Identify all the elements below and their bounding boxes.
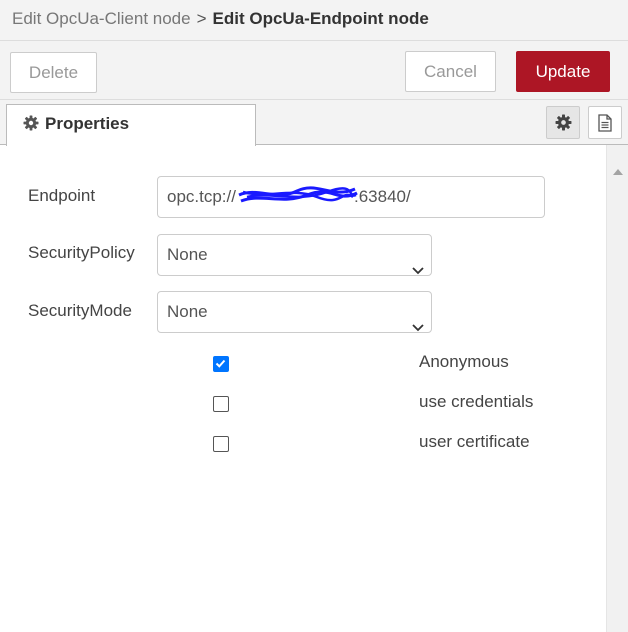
redaction-scribble-icon [238, 186, 358, 203]
user-certificate-checkbox[interactable] [213, 436, 229, 452]
security-mode-value: None [167, 302, 208, 321]
cancel-button[interactable]: Cancel [405, 51, 496, 92]
use-credentials-label: use credentials [419, 392, 534, 411]
endpoint-value-prefix: opc.tcp:// [167, 187, 236, 206]
security-mode-select[interactable]: None [157, 291, 432, 333]
user-certificate-label: user certificate [419, 432, 530, 451]
security-policy-select[interactable]: None [157, 234, 432, 276]
breadcrumb: Edit OpcUa-Client node > Edit OpcUa-Endpoi… [0, 0, 628, 41]
endpoint-value-suffix: :63840/ [353, 187, 411, 206]
breadcrumb-separator: > [196, 9, 207, 28]
endpoint-input[interactable]: opc.tcp:// :63840/ [157, 176, 545, 218]
vertical-scrollbar[interactable] [606, 145, 628, 632]
security-mode-label: SecurityMode [28, 301, 132, 320]
checkmark-icon [215, 359, 226, 368]
cog-icon [23, 107, 39, 131]
anonymous-label: Anonymous [419, 352, 509, 371]
editor-toolbar: Delete Cancel Update [0, 41, 628, 100]
chevron-down-icon [412, 250, 424, 290]
properties-panel [0, 145, 606, 632]
update-button[interactable]: Update [516, 51, 610, 92]
anonymous-checkbox[interactable] [213, 356, 229, 372]
use-credentials-checkbox[interactable] [213, 396, 229, 412]
delete-button[interactable]: Delete [10, 52, 97, 93]
chevron-down-icon [412, 307, 424, 347]
breadcrumb-current: Edit OpcUa-Endpoint node [212, 9, 429, 28]
tab-properties[interactable]: Properties [6, 104, 256, 146]
endpoint-label: Endpoint [28, 186, 96, 205]
security-policy-value: None [167, 245, 208, 264]
breadcrumb-parent-link[interactable]: Edit OpcUa-Client node [12, 9, 191, 28]
tabs-bar: Properties [0, 100, 628, 146]
description-tab-button[interactable] [588, 106, 622, 139]
scroll-up-arrow-icon[interactable] [613, 169, 623, 175]
tab-properties-label: Properties [45, 114, 130, 133]
security-policy-label: SecurityPolicy [28, 243, 135, 262]
settings-tab-button[interactable] [546, 106, 580, 139]
